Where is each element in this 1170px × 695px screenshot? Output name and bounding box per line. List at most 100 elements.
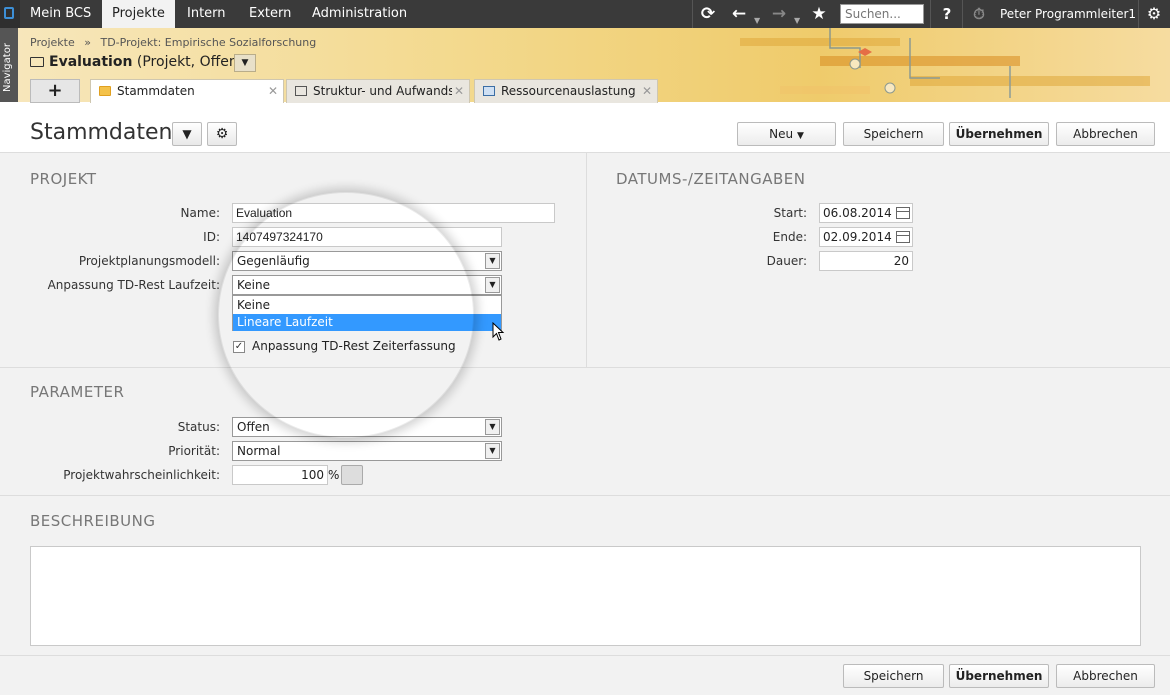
calendar-icon[interactable] [896,231,910,243]
start-date-value: 06.08.2014 [823,206,892,220]
back-arrow-icon[interactable]: ← [726,0,752,28]
help-icon[interactable]: ? [936,0,958,28]
nav-extern[interactable]: Extern [239,0,301,28]
section-title-datum: DATUMS-/ZEITANGABEN [616,170,806,188]
breadcrumb-current[interactable]: TD-Projekt: Empirische Sozialforschung [100,36,316,49]
page-title: Stammdaten [30,120,173,145]
tab-stammdaten[interactable]: Stammdaten ✕ [90,79,284,103]
probability-slider-icon[interactable] [341,465,363,485]
apply-button-bottom[interactable]: Übernehmen [949,664,1049,688]
id-label: ID: [203,230,220,244]
tab-label: Stammdaten [117,84,195,98]
search-input[interactable] [840,4,924,24]
name-field[interactable] [232,203,555,223]
back-history-chevron-icon[interactable]: ▼ [754,16,760,25]
chevron-down-icon[interactable]: ▼ [485,253,500,269]
forward-history-chevron-icon[interactable]: ▼ [794,16,800,25]
start-date-field[interactable]: 06.08.2014 [819,203,913,223]
checkbox-label: Anpassung TD-Rest Zeiterfassung [252,339,456,353]
breadcrumb: Projekte » TD-Projekt: Empirische Sozial… [30,36,316,49]
new-label: Neu [769,127,794,141]
priority-label: Priorität: [168,444,220,458]
priority-value: Normal [237,444,281,458]
description-textarea[interactable] [30,546,1141,646]
cancel-button[interactable]: Abbrechen [1056,122,1155,146]
adjust-value: Keine [237,278,270,292]
nav-intern[interactable]: Intern [177,0,236,28]
forward-arrow-icon[interactable]: → [766,0,792,28]
divider [692,0,693,28]
settings-gear-icon[interactable]: ⚙ [1142,0,1166,28]
adjust-label: Anpassung TD-Rest Laufzeit: [47,278,220,292]
apply-button[interactable]: Übernehmen [949,122,1049,146]
chevron-down-icon: ▼ [796,131,804,141]
project-meta: (Projekt, Offen) [136,54,244,70]
section-divider [0,367,1170,368]
probability-field[interactable]: 100 [232,465,328,485]
cancel-button-bottom[interactable]: Abbrechen [1056,664,1155,688]
tab-label: Ressourcenauslastung [501,84,636,98]
user-menu[interactable]: Peter Programmleiter1 [1000,0,1136,28]
project-menu-chevron-icon[interactable]: ▼ [234,54,256,72]
tab-struktur[interactable]: Struktur- und Aufwandsp ✕ [286,79,470,103]
section-title-parameter: PARAMETER [30,383,125,401]
section-title-beschreibung: BESCHREIBUNG [30,512,156,530]
duration-label: Dauer: [766,254,807,268]
save-button[interactable]: Speichern [843,122,944,146]
adjust-dropdown-list: Keine Lineare Laufzeit [232,295,502,331]
status-label: Status: [177,420,220,434]
add-tab-button[interactable]: + [30,79,80,103]
option-lineare-laufzeit[interactable]: Lineare Laufzeit [233,314,501,331]
chevron-down-icon[interactable]: ▼ [485,443,500,459]
zeiterfassung-checkbox[interactable]: ✓ [233,341,245,353]
new-button[interactable]: Neu ▼ [737,122,836,146]
end-date-field[interactable]: 02.09.2014 [819,227,913,247]
close-icon[interactable]: ✕ [642,80,652,102]
priority-select[interactable]: Normal ▼ [232,441,502,461]
id-field[interactable] [232,227,502,247]
gantt-decoration [740,28,1150,98]
top-bar: Mein BCS Projekte Intern Extern Administ… [0,0,1170,28]
status-value: Offen [237,420,270,434]
chevron-down-icon[interactable]: ▼ [485,277,500,293]
folder-icon [30,57,44,67]
status-select[interactable]: Offen ▼ [232,417,502,437]
project-title: Evaluation (Projekt, Offen) [30,54,243,70]
save-button-bottom[interactable]: Speichern [843,664,944,688]
column-divider [586,153,587,367]
stopwatch-icon[interactable]: ⏱ [966,0,992,28]
nav-mein-bcs[interactable]: Mein BCS [20,0,101,28]
end-date-value: 02.09.2014 [823,230,892,244]
model-label: Projektplanungsmodell: [78,254,220,268]
close-icon[interactable]: ✕ [451,80,464,102]
end-label: Ende: [772,230,807,244]
navigator-label: Navigator [2,43,13,92]
breadcrumb-separator: » [84,36,91,49]
favorites-star-icon[interactable]: ★ [806,0,832,28]
folder-icon [99,86,111,96]
tab-label: Struktur- und Aufwandsp [313,84,463,98]
navigator-panel[interactable]: Navigator [0,28,18,102]
option-keine[interactable]: Keine [233,297,501,314]
nav-projekte[interactable]: Projekte [102,0,175,28]
refresh-icon[interactable]: ⟳ [696,0,720,28]
duration-field[interactable]: 20 [819,251,913,271]
resource-chart-icon [483,86,495,96]
percent-unit: % [328,468,340,482]
app-logo-icon[interactable] [0,0,20,28]
section-title-projekt: PROJEKT [30,170,97,188]
breadcrumb-root[interactable]: Projekte [30,36,75,49]
chevron-down-icon[interactable]: ▼ [485,419,500,435]
settings-gear-icon[interactable]: ⚙ [207,122,237,146]
nav-administration[interactable]: Administration [302,0,417,28]
adjust-select[interactable]: Keine ▼ [232,275,502,295]
model-value: Gegenläufig [237,254,310,268]
close-icon[interactable]: ✕ [268,80,278,102]
title-menu-chevron-icon[interactable]: ▼ [172,122,202,146]
calendar-icon[interactable] [896,207,910,219]
model-select[interactable]: Gegenläufig ▼ [232,251,502,271]
tab-ressourcenauslastung[interactable]: Ressourcenauslastung ✕ [474,79,658,103]
divider [1138,0,1139,28]
start-label: Start: [773,206,807,220]
divider [962,0,963,28]
